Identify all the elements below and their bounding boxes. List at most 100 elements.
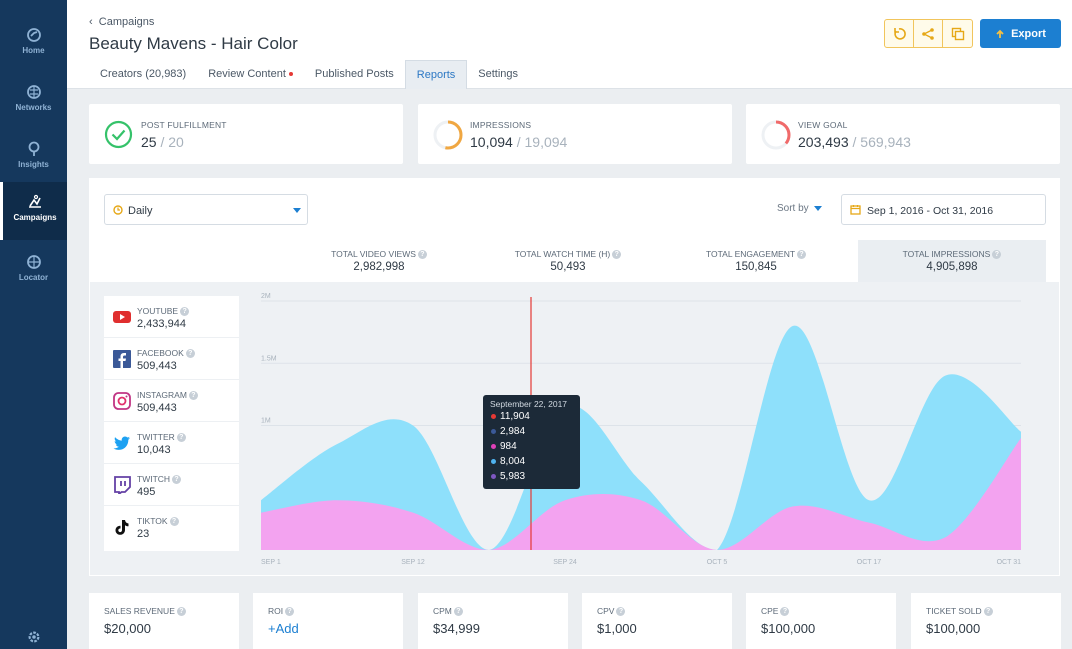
x-tick-label: OCT 31 [997,559,1021,566]
sales-revenue-card: SALES REVENUE? $20,000 [89,593,239,649]
platform-instagram[interactable]: INSTAGRAM? 509,443 [104,380,239,422]
date-range-picker[interactable]: Sep 1, 2016 - Oct 31, 2016 [841,194,1046,225]
tooltip-series-dot [491,413,496,419]
platform-value: 495 [137,486,156,498]
nav-home[interactable]: Home [0,15,67,71]
tab-review-content-label: Review Content [208,68,286,80]
metric-label-text: TOTAL VIDEO VIEWS [331,249,416,259]
view-goal-card: VIEW GOAL 203,493 / 569,943 [746,104,1060,164]
platform-name-text: FACEBOOK [137,348,184,358]
view-goal-progress-ring [761,120,791,150]
post-fulfillment-total: / 20 [156,134,184,150]
impressions-area-chart[interactable]: 2M 1.5M 1M SEP 1 SEP 12 SEP 24 OCT 5 OCT 17 OCT … [255,293,1035,573]
tab-bar: Creators (20,983) Review Content Publish… [89,60,529,89]
platform-list: YOUTUBE? 2,433,944 FACEBOOK? 509,443 INS… [104,296,239,551]
tiktok-icon [115,520,129,535]
metric-total-impressions[interactable]: TOTAL IMPRESSIONS? 4,905,898 [858,240,1046,282]
bottom-stat-value: $34,999 [433,621,480,636]
metric-label: TOTAL VIDEO VIEWS? [285,249,473,260]
sort-by-dropdown[interactable]: Sort by [777,203,823,214]
platform-tiktok[interactable]: TIKTOK? 23 [104,506,239,548]
platform-name-text: TWITCH [137,474,171,484]
chevron-left-icon: ‹ [89,16,99,28]
metric-total-engagement[interactable]: TOTAL ENGAGEMENT? 150,845 [662,240,850,282]
duplicate-button[interactable] [943,20,972,47]
add-roi-link[interactable]: +Add [268,621,299,636]
locator-icon [26,255,41,269]
help-icon[interactable]: ? [780,607,790,617]
refresh-button[interactable] [885,20,914,47]
help-icon[interactable]: ? [285,607,295,617]
view-goal-total: / 569,943 [848,134,911,150]
check-circle-icon [104,120,133,149]
chart-tooltip: September 22, 2017 11,904 2,984 984 8,00… [483,395,580,489]
metric-total-video-views[interactable]: TOTAL VIDEO VIEWS? 2,982,998 [285,240,473,282]
help-icon[interactable]: ? [797,250,807,260]
help-icon[interactable]: ? [172,475,182,485]
copy-icon [951,27,964,40]
nav-networks[interactable]: Networks [0,72,67,128]
help-icon[interactable]: ? [185,349,195,359]
share-button[interactable] [914,20,943,47]
help-icon[interactable]: ? [169,517,179,527]
bottom-stat-label-text: CPE [761,606,779,616]
help-icon[interactable]: ? [417,250,427,260]
nav-locator-label: Locator [18,273,49,282]
view-goal-count: 203,493 [798,134,849,150]
export-label: Export [1011,27,1046,40]
help-icon[interactable]: ? [176,433,186,443]
help-icon[interactable]: ? [612,250,622,260]
tab-reports[interactable]: Reports [404,60,468,89]
calendar-icon [850,205,861,215]
post-fulfillment-card: POST FULFILLMENT 25 / 20 [89,104,403,164]
bottom-stat-label-text: TICKET SOLD [926,606,982,616]
cpv-card: CPV? $1,000 [582,593,732,649]
tab-creators[interactable]: Creators (20,983) [89,60,197,89]
platform-youtube[interactable]: YOUTUBE? 2,433,944 [104,296,239,338]
help-icon[interactable]: ? [983,607,993,617]
x-tick-label: OCT 5 [707,559,728,566]
help-icon[interactable]: ? [188,391,198,401]
bottom-stat-label: ROI? [268,606,295,617]
metric-total-watch-time[interactable]: TOTAL WATCH TIME (H)? 50,493 [474,240,662,282]
metric-label-text: TOTAL IMPRESSIONS [902,249,991,259]
export-button[interactable]: Export [980,19,1061,48]
y-tick-label: 1M [261,418,271,425]
interval-select[interactable]: Daily [104,194,308,225]
platform-facebook[interactable]: FACEBOOK? 509,443 [104,338,239,380]
metric-value: 50,493 [550,261,586,274]
help-icon[interactable]: ? [453,607,463,617]
date-range-value: Sep 1, 2016 - Oct 31, 2016 [867,205,994,217]
platform-twitter[interactable]: TWITTER? 10,043 [104,422,239,464]
breadcrumb[interactable]: ‹ Campaigns [89,16,154,28]
help-icon[interactable]: ? [176,607,186,617]
platform-name-text: TIKTOK [137,516,168,526]
metric-label-text: TOTAL ENGAGEMENT [705,249,796,259]
platform-name: INSTAGRAM? [137,390,198,401]
metric-label: TOTAL WATCH TIME (H)? [474,249,662,260]
nav-campaigns[interactable]: Campaigns [0,182,67,240]
x-tick-label: SEP 1 [261,559,281,566]
nav-insights[interactable]: Insights [0,129,67,185]
y-tick-label: 2M [261,293,271,300]
platform-value: 509,443 [137,402,177,414]
help-icon[interactable]: ? [180,307,190,317]
tab-review-content[interactable]: Review Content [197,60,304,89]
nav-locator[interactable]: Locator [0,242,67,298]
tab-settings[interactable]: Settings [467,60,529,89]
bottom-stat-label-text: CPV [597,606,615,616]
impressions-progress-ring [433,120,463,150]
platform-twitch[interactable]: TWITCH? 495 [104,464,239,506]
tab-settings-label: Settings [478,68,519,80]
bottom-stat-value: $100,000 [761,621,816,636]
tab-published-posts[interactable]: Published Posts [304,60,405,89]
tab-published-posts-label: Published Posts [314,68,394,80]
impressions-total: / 19,094 [512,134,568,150]
tooltip-value: 984 [500,441,517,452]
settings-gear-icon[interactable] [27,630,41,644]
help-icon[interactable]: ? [992,250,1002,260]
help-icon[interactable]: ? [616,607,626,617]
facebook-icon [113,350,131,368]
bottom-stat-label-text: CPM [433,606,452,616]
bottom-stat-value: $20,000 [104,621,151,636]
